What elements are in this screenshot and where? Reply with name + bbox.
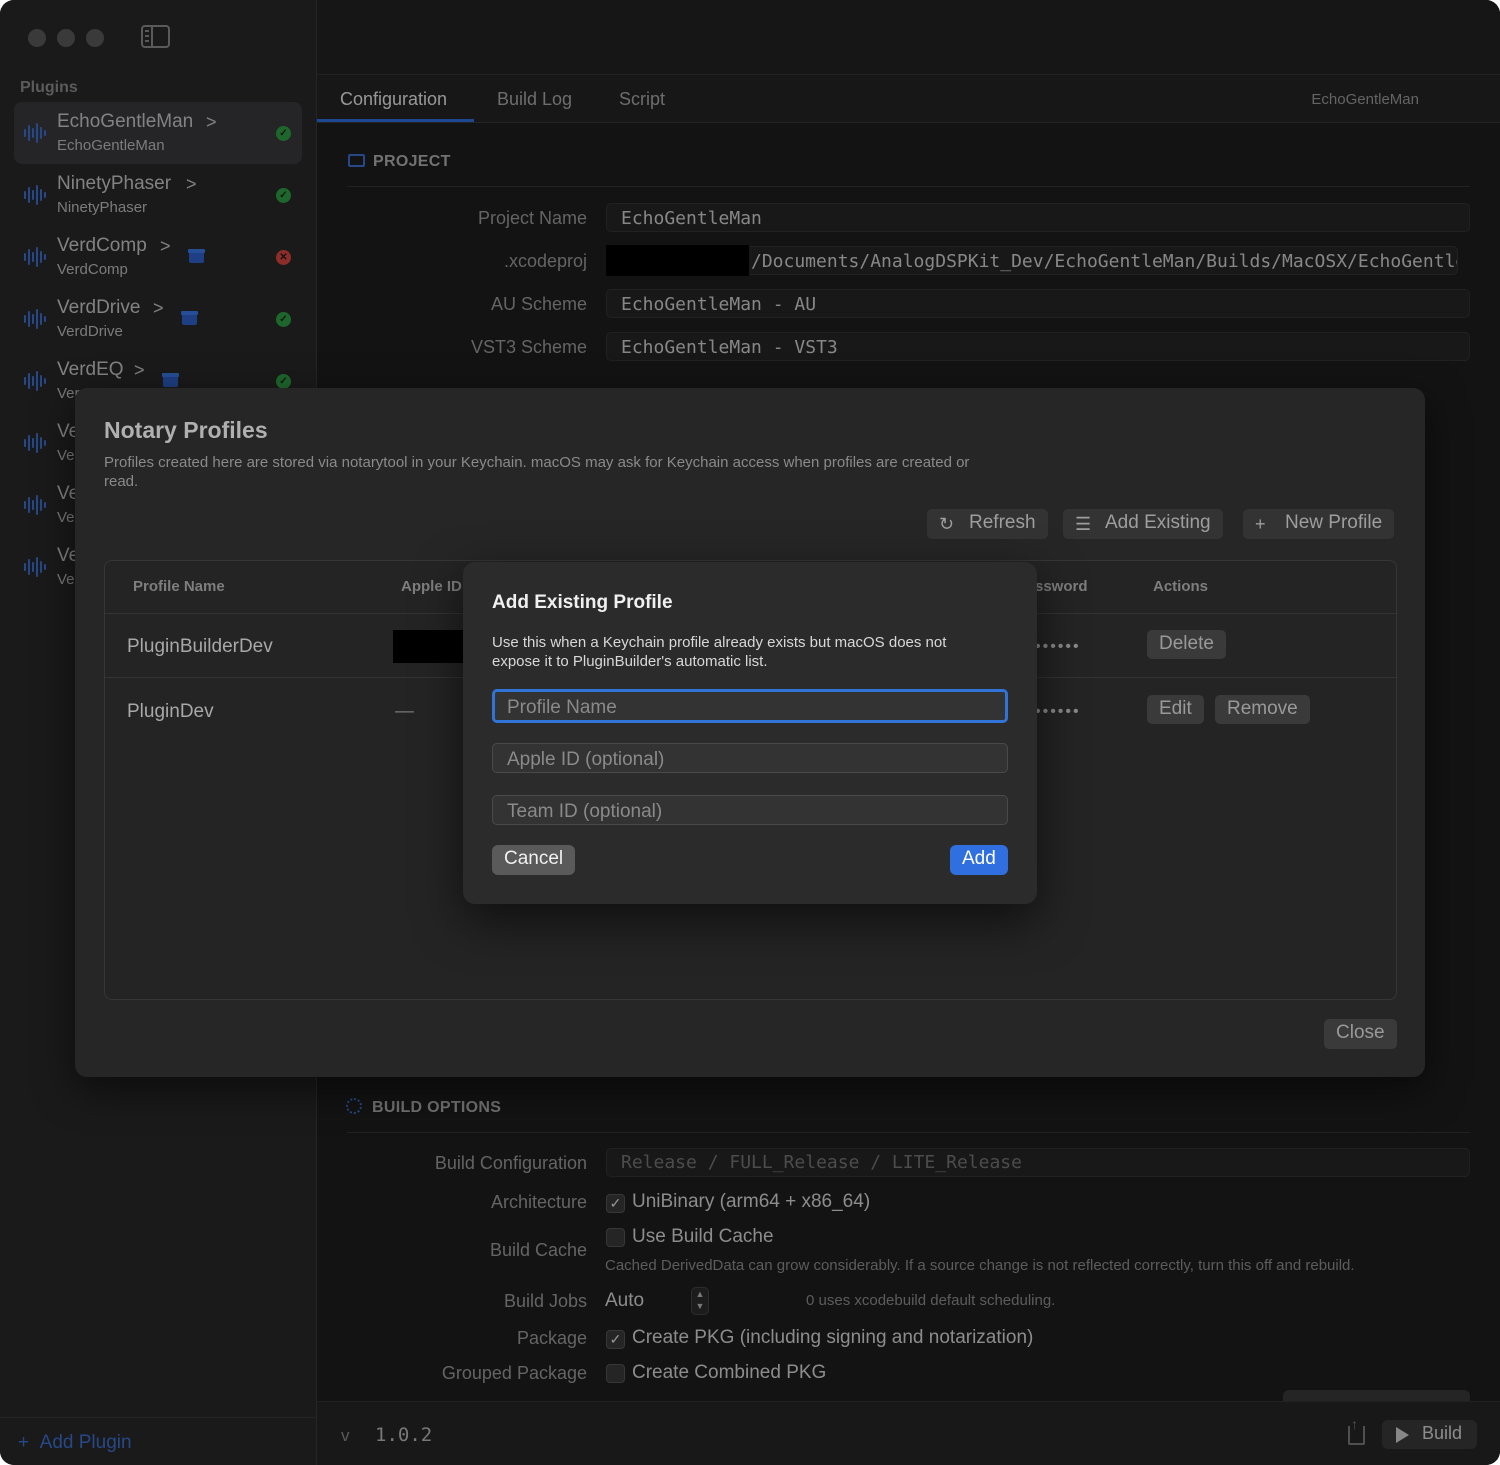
refresh-icon: ↻ [939,514,955,534]
column-header-apple-id: Apple ID [401,578,462,595]
add-existing-label: Add Existing [1105,512,1211,533]
remove-button[interactable]: Remove [1215,695,1310,724]
apple-id-cell: — [395,701,414,722]
cancel-button[interactable]: Cancel [492,845,576,875]
profile-name-input[interactable] [492,689,1008,723]
column-header-actions: Actions [1153,578,1209,595]
add-button[interactable]: Add [950,845,1008,875]
notary-title: Notary Profiles [104,417,268,443]
plus-icon: + [1255,514,1266,534]
list-icon: ☰ [1075,514,1092,534]
profile-name-cell: PluginBuilderDev [127,636,273,657]
notary-description: Profiles created here are stored via not… [104,454,970,490]
team-id-input[interactable] [492,795,1008,825]
new-profile-button[interactable]: + New Profile [1243,509,1395,539]
delete-button[interactable]: Delete [1147,630,1226,659]
refresh-label: Refresh [969,512,1036,533]
close-button[interactable]: Close [1324,1019,1397,1049]
profile-name-cell: PluginDev [127,701,214,722]
column-header-password: ssword [1035,578,1088,595]
new-profile-label: New Profile [1285,512,1383,533]
password-cell: •••••• [1035,638,1081,655]
dialog-title: Add Existing Profile [492,592,673,613]
apple-id-input[interactable] [492,743,1008,773]
redaction-box [393,630,465,663]
add-existing-button[interactable]: ☰ Add Existing [1063,509,1223,539]
refresh-button[interactable]: ↻ Refresh [927,509,1048,539]
column-header-profile-name: Profile Name [133,578,225,595]
dialog-description: Use this when a Keychain profile already… [492,634,947,670]
app-window: Plugins EchoGentleMan > EchoGentleMan ✓ … [0,0,1500,1465]
add-existing-profile-dialog: Add Existing Profile Use this when a Key… [463,562,1037,904]
password-cell: •••••• [1035,703,1081,720]
edit-button[interactable]: Edit [1147,695,1204,724]
